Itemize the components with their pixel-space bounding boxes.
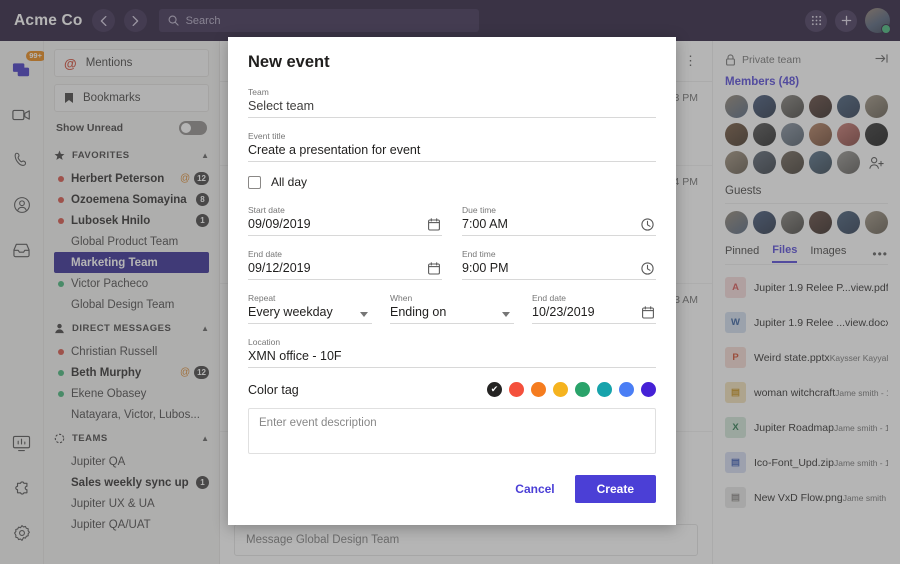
- color-swatch[interactable]: [597, 382, 612, 397]
- end-time-field[interactable]: End time 9:00 PM: [462, 249, 656, 280]
- team-input[interactable]: Select team: [248, 99, 656, 118]
- event-title-field[interactable]: Event title Create a presentation for ev…: [248, 131, 656, 162]
- end-date-label: End date: [248, 249, 442, 259]
- color-swatch[interactable]: [619, 382, 634, 397]
- calendar-icon[interactable]: [428, 262, 440, 275]
- chevron-down-icon[interactable]: [360, 312, 368, 317]
- end-row: End date 09/12/2019 End time 9:00 PM: [248, 249, 656, 293]
- cancel-button[interactable]: Cancel: [511, 476, 558, 502]
- color-swatch[interactable]: [509, 382, 524, 397]
- new-event-dialog: New event Team Select team Event title C…: [228, 37, 676, 525]
- start-date-input[interactable]: 09/09/2019: [248, 217, 442, 236]
- location-input[interactable]: XMN office - 10F: [248, 349, 656, 368]
- color-swatch[interactable]: [531, 382, 546, 397]
- end-date-field[interactable]: End date 09/12/2019: [248, 249, 442, 280]
- when-field[interactable]: When Ending on: [390, 293, 514, 324]
- due-time-label: Due time: [462, 205, 656, 215]
- repeat-end-date-field[interactable]: End date 10/23/2019: [532, 293, 656, 324]
- chevron-down-icon[interactable]: [502, 312, 510, 317]
- all-day-checkbox[interactable]: [248, 176, 261, 189]
- start-date-field[interactable]: Start date 09/09/2019: [248, 205, 442, 236]
- color-tag-label: Color tag: [248, 383, 299, 397]
- when-label: When: [390, 293, 514, 303]
- app-window: Acme Co Search: [0, 0, 900, 564]
- repeat-select[interactable]: Every weekday: [248, 305, 372, 324]
- calendar-icon[interactable]: [642, 306, 654, 319]
- location-label: Location: [248, 337, 656, 347]
- calendar-icon[interactable]: [428, 218, 440, 231]
- color-swatch-group: [487, 382, 656, 397]
- due-time-input[interactable]: 7:00 AM: [462, 217, 656, 236]
- start-row: Start date 09/09/2019 Due time 7:00 AM: [248, 205, 656, 249]
- color-swatch[interactable]: [553, 382, 568, 397]
- repeat-field[interactable]: Repeat Every weekday: [248, 293, 372, 324]
- repeat-label: Repeat: [248, 293, 372, 303]
- event-title-input[interactable]: Create a presentation for event: [248, 143, 656, 162]
- dialog-actions: Cancel Create: [248, 475, 656, 503]
- team-field[interactable]: Team Select team: [248, 87, 656, 118]
- event-title-label: Event title: [248, 131, 656, 141]
- dialog-title: New event: [248, 53, 656, 72]
- event-description-placeholder: Enter event description: [259, 417, 377, 429]
- repeat-end-date-label: End date: [532, 293, 656, 303]
- clock-icon[interactable]: [641, 262, 654, 275]
- color-tag-row: Color tag: [248, 382, 656, 397]
- when-select[interactable]: Ending on: [390, 305, 514, 324]
- color-swatch[interactable]: [575, 382, 590, 397]
- end-time-label: End time: [462, 249, 656, 259]
- color-swatch[interactable]: [487, 382, 502, 397]
- repeat-row: Repeat Every weekday When Ending on End …: [248, 293, 656, 337]
- all-day-label: All day: [271, 175, 307, 189]
- start-date-label: Start date: [248, 205, 442, 215]
- repeat-end-date-input[interactable]: 10/23/2019: [532, 305, 656, 324]
- due-time-field[interactable]: Due time 7:00 AM: [462, 205, 656, 236]
- all-day-row: All day: [248, 175, 656, 189]
- create-button[interactable]: Create: [575, 475, 656, 503]
- event-description-input[interactable]: Enter event description: [248, 408, 656, 454]
- location-field[interactable]: Location XMN office - 10F: [248, 337, 656, 368]
- end-time-input[interactable]: 9:00 PM: [462, 261, 656, 280]
- end-date-input[interactable]: 09/12/2019: [248, 261, 442, 280]
- team-label: Team: [248, 87, 656, 97]
- clock-icon[interactable]: [641, 218, 654, 231]
- color-swatch[interactable]: [641, 382, 656, 397]
